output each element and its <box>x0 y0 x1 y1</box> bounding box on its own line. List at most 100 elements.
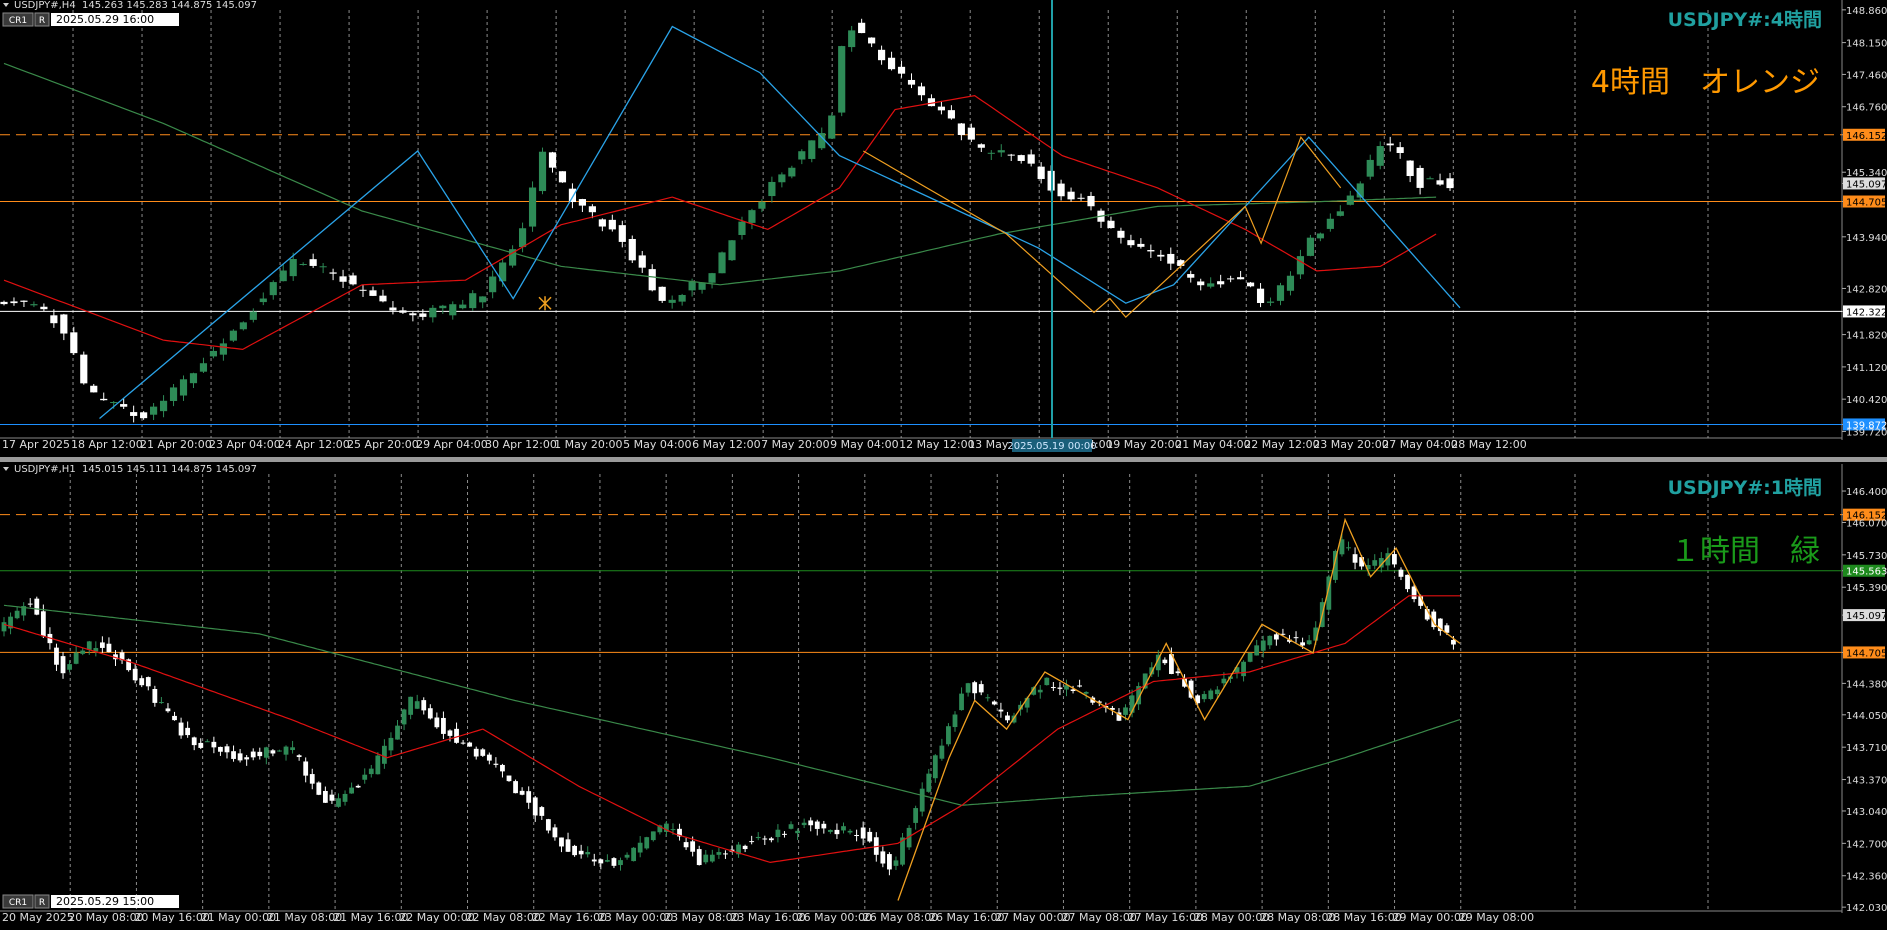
candles <box>1 533 1456 876</box>
time-axis-label: 23 Apr 04:00 <box>209 438 281 451</box>
candle-body <box>854 834 860 836</box>
candle-body <box>618 225 626 242</box>
candle-body <box>1044 677 1050 686</box>
candle-body <box>399 310 407 313</box>
candle-body <box>598 219 606 227</box>
price-axis-label: 141.820 <box>1846 331 1887 342</box>
candle-body <box>628 238 636 261</box>
time-axis-label: 22 May 16:00 <box>532 911 607 924</box>
candle-body <box>738 221 746 235</box>
candle-body <box>1221 678 1227 684</box>
time-axis-label: 6 May 12:00 <box>692 438 760 451</box>
time-axis-label: 21 May 16:00 <box>333 911 408 924</box>
cr1-button-label: CR1 <box>9 16 27 26</box>
time-axis-label: 29 May 00:00 <box>1393 911 1468 924</box>
candle-body <box>429 307 437 318</box>
price-axis-label: 144.050 <box>1846 711 1887 722</box>
candle-body <box>1107 220 1115 229</box>
price-axis-label: 143.040 <box>1846 807 1887 818</box>
candle-body <box>880 851 886 864</box>
candle-body <box>368 768 374 775</box>
candle-body <box>1117 230 1125 238</box>
time-axis-label: 22 May 00:00 <box>399 911 474 924</box>
candle-body <box>441 717 446 734</box>
candle-body <box>1157 254 1165 257</box>
candle-body <box>545 819 551 831</box>
price-axis-label: 145.097 <box>1846 611 1887 622</box>
candle-body <box>473 748 479 757</box>
candle-body <box>1436 180 1444 185</box>
candle-body <box>178 722 184 736</box>
candle-body <box>349 787 354 794</box>
candle-body <box>211 741 217 748</box>
candle-body <box>1057 183 1065 197</box>
chart-pane-h1: 20 May 202520 May 08:0020 May 16:0021 Ma… <box>0 464 1887 924</box>
candle-body <box>768 838 774 841</box>
time-axis-label: 19 May 20:00 <box>1106 438 1181 451</box>
candle-body <box>1207 283 1215 287</box>
candle-body <box>932 755 938 779</box>
candle-body <box>1306 640 1312 645</box>
moving-average-slow <box>3 62 1437 286</box>
candle-body <box>140 412 148 419</box>
price-axis-label: 145.097 <box>1846 179 1887 190</box>
candle-body <box>34 598 40 615</box>
price-axis-label: 142.030 <box>1846 903 1887 914</box>
candle-body <box>867 831 873 842</box>
candle-body <box>518 228 527 248</box>
price-axis-label: 142.700 <box>1846 839 1887 850</box>
candle-body <box>611 858 617 866</box>
candle-body <box>952 714 958 728</box>
candle-body <box>1296 256 1305 275</box>
candle-body <box>965 683 971 693</box>
candle-body <box>40 306 48 310</box>
candle-body <box>1267 635 1273 646</box>
price-axis-label: 142.322 <box>1846 307 1887 318</box>
candle-body <box>239 322 247 330</box>
candle-body <box>421 700 427 711</box>
candle-body <box>1017 155 1025 161</box>
candle-body <box>1 622 7 632</box>
candle-body <box>100 398 108 401</box>
candle-body <box>847 830 853 833</box>
candle-body <box>513 781 518 794</box>
candle-body <box>1227 278 1235 280</box>
candle-body <box>985 697 991 699</box>
cr1-button-label: CR1 <box>9 898 27 908</box>
candle-body <box>1027 154 1035 164</box>
candle-body <box>231 751 236 759</box>
candle-body <box>296 755 302 758</box>
candle-body <box>1187 274 1195 278</box>
candle-body <box>257 751 263 757</box>
candle-body <box>375 755 381 775</box>
time-axis-label: 23 May 00:00 <box>598 911 673 924</box>
candle-body <box>608 219 616 230</box>
candle-body <box>329 272 337 274</box>
candle-body <box>821 823 827 829</box>
time-axis-label: 29 May 08:00 <box>1459 911 1534 924</box>
time-axis-label: 28 May 12:00 <box>1451 438 1526 451</box>
candle-body <box>250 751 256 758</box>
candle-body <box>439 305 447 309</box>
candle-body <box>54 647 59 665</box>
candle-body <box>937 106 946 111</box>
price-axis-label: 148.860 <box>1846 6 1887 17</box>
time-axis-label: 23 May 20:00 <box>1313 438 1388 451</box>
price-axis-label: 143.940 <box>1846 233 1887 244</box>
candle-body <box>1336 211 1344 216</box>
candle-body <box>548 152 557 168</box>
candle-body <box>1208 690 1214 700</box>
candle-body <box>359 289 367 291</box>
time-axis-label: 21 May 04:00 <box>1175 438 1250 451</box>
price-axis-label: 148.150 <box>1846 39 1887 50</box>
candle-body <box>185 727 191 736</box>
candle-body <box>289 259 297 277</box>
time-axis-label: 17 Apr 2025 <box>2 438 70 451</box>
candle-body <box>339 276 347 282</box>
candle-body <box>199 363 208 372</box>
time-axis-label: 28 May 00:00 <box>1194 911 1269 924</box>
candle-body <box>827 829 833 832</box>
time-axis-label: 23 May 16:00 <box>730 911 805 924</box>
candle-body <box>1426 178 1434 180</box>
candle-body <box>244 757 250 760</box>
